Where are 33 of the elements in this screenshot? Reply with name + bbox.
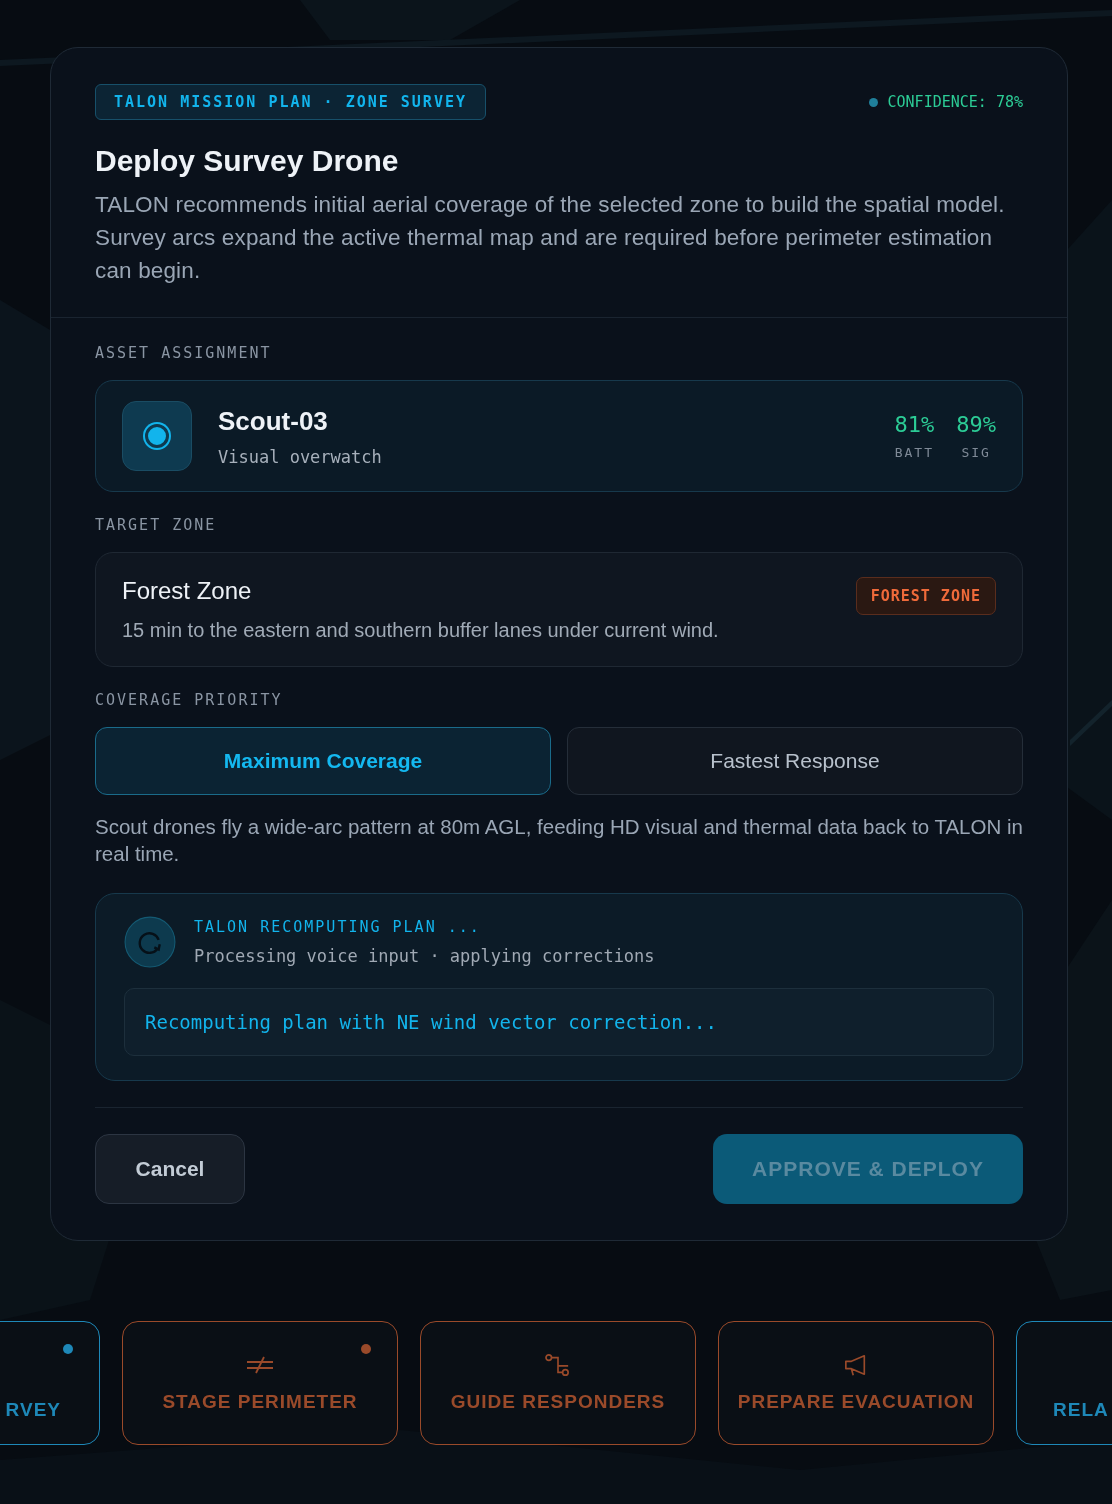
mission-tag: TALON MISSION PLAN · ZONE SURVEY <box>95 84 486 120</box>
status-message: Recomputing plan with NE wind vector correction... <box>124 988 994 1056</box>
priority-option[interactable]: Maximum Coverage <box>95 727 551 795</box>
status-subtitle: Processing voice input · applying corrections <box>194 946 655 966</box>
drone-icon <box>122 401 192 471</box>
asset-name: Scout-03 <box>218 405 329 437</box>
zone-badge: FOREST ZONE <box>855 577 996 615</box>
dialog-description: TALON recommends initial aerial coverage of the selected zone to build the spatial model. Survey arcs expand the active thermal map and are required before perimeter estimation can begin. <box>95 191 1006 285</box>
priority-note: Scout drones fly a wide-arc pattern at 80m AGL, feeding HD visual and thermal data back to TALON in real time. <box>95 814 1023 867</box>
section-label: COVERAGE PRIORITY <box>95 691 284 709</box>
stat-label: BATT <box>894 445 935 460</box>
priority-option[interactable]: Fastest Response <box>567 727 1023 795</box>
dialog-title: Deploy Survey Drone <box>95 144 400 178</box>
zone-detail: 15 min to the eastern and southern buffer lanes under current wind. <box>122 619 720 642</box>
stat-value: 81% <box>894 412 935 437</box>
refresh-icon <box>124 916 176 968</box>
confidence-label: CONFIDENCE: 78% <box>887 93 1023 111</box>
zone-name: Forest Zone <box>122 577 253 605</box>
cancel-button[interactable]: Cancel <box>95 1134 245 1204</box>
status-dot-icon <box>63 1344 73 1354</box>
action-card[interactable]: PREPARE EVACUATION <box>718 1321 994 1445</box>
status-dot-icon <box>868 97 878 107</box>
status-dot-icon <box>361 1344 371 1354</box>
stat-label: SIG <box>960 445 992 460</box>
action-card[interactable]: STAGE PERIMETER <box>122 1321 398 1445</box>
asset-role: Visual overwatch <box>218 446 383 467</box>
action-card[interactable]: RVEY <box>0 1321 100 1445</box>
section-label: ASSET ASSIGNMENT <box>95 344 273 362</box>
section-label: TARGET ZONE <box>95 516 218 534</box>
action-card[interactable]: RELA <box>1016 1321 1112 1445</box>
status-title: TALON RECOMPUTING PLAN ... <box>194 918 482 936</box>
stat-value: 89% <box>956 412 996 437</box>
action-card[interactable]: GUIDE RESPONDERS <box>420 1321 696 1445</box>
